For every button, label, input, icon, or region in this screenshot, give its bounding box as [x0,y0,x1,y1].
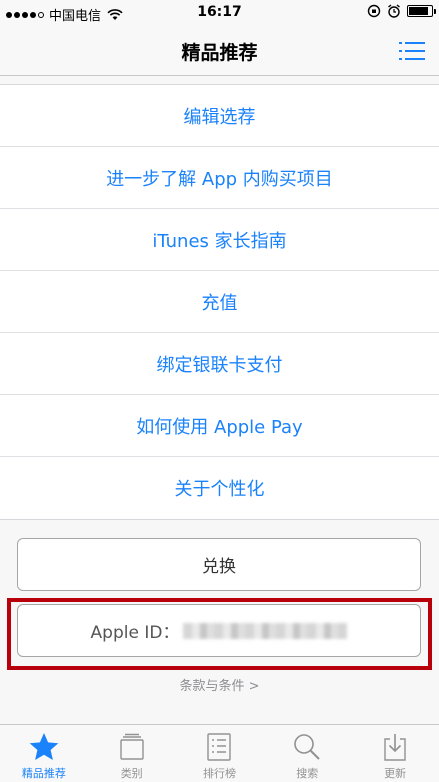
list-bullet [399,42,402,44]
list-bullet [399,50,402,52]
menu-item-top-up[interactable]: 充值 [0,271,439,333]
menu-item-in-app-purchases[interactable]: 进一步了解 App 内购买项目 [0,147,439,209]
battery-icon [407,5,436,17]
tab-label: 排行榜 [202,767,236,780]
star-icon [29,733,59,760]
menu-item-editors-choice[interactable]: 编辑选荐 [0,85,439,147]
tab-categories[interactable]: 类别 [88,725,176,782]
tab-updates[interactable]: 更新 [351,725,439,782]
list-bullet [399,58,402,60]
alarm-icon [388,4,400,18]
navigation-bar: 精品推荐 [0,26,439,76]
status-right [367,4,436,18]
tab-label: 搜索 [296,767,319,780]
status-bar: 中国电信 16:17 [0,0,439,26]
terms-link[interactable]: 条款与条件 > [0,675,439,694]
menu-item-unionpay[interactable]: 绑定银联卡支付 [0,333,439,395]
menu-item-apple-pay[interactable]: 如何使用 Apple Pay [0,395,439,457]
tab-top-charts[interactable]: 排行榜 [176,725,264,782]
list-line [405,42,425,44]
tab-search[interactable]: 搜索 [263,725,351,782]
tab-featured[interactable]: 精品推荐 [0,725,88,782]
menu-list: 编辑选荐 进一步了解 App 内购买项目 iTunes 家长指南 充值 绑定银联… [0,84,439,520]
menu-item-parents-guide[interactable]: iTunes 家长指南 [0,209,439,271]
list-line [405,50,425,52]
redeem-button[interactable]: 兑换 [17,538,421,591]
list-icon[interactable] [399,41,425,61]
search-icon [294,734,320,760]
categories-icon [119,733,144,760]
updates-icon [384,734,406,761]
top-charts-icon [207,733,232,761]
tab-label: 类别 [120,767,143,780]
tab-bar: 精品推荐 类别 排行榜 搜索 更新 [0,724,439,782]
tab-label: 更新 [384,767,407,780]
battery-fill [409,7,428,15]
rotation-lock-icon [367,4,381,18]
menu-item-personalization[interactable]: 关于个性化 [0,457,439,519]
highlight-annotation [7,598,432,670]
list-line [405,58,425,60]
page-title: 精品推荐 [181,42,258,64]
tab-label: 精品推荐 [21,767,66,780]
